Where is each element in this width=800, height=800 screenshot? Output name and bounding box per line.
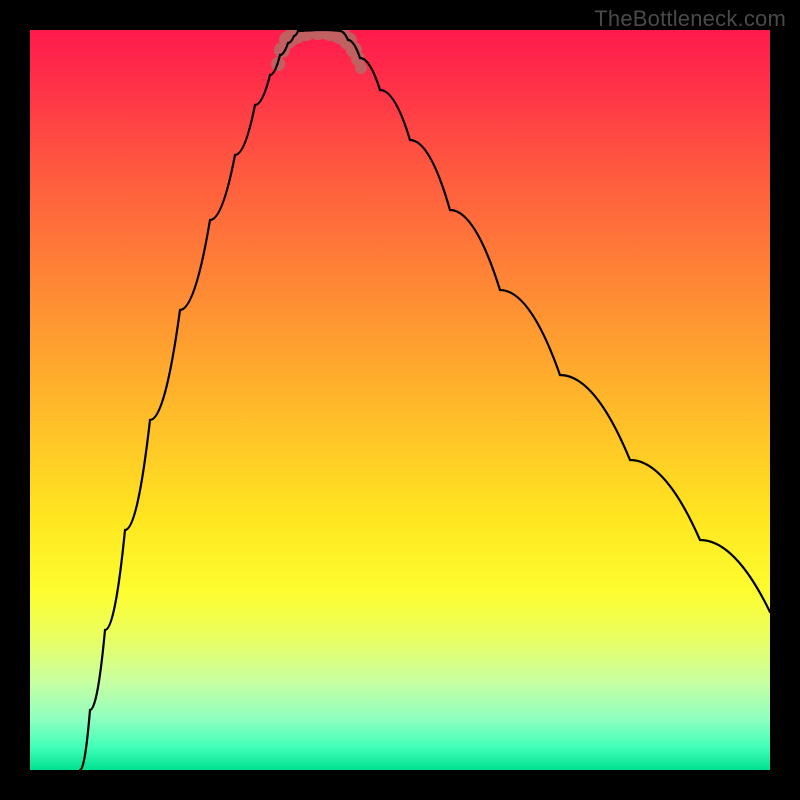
curve-layer xyxy=(30,30,770,770)
trough-marker xyxy=(355,62,367,74)
trough-floor xyxy=(298,30,340,31)
plot-area xyxy=(30,30,770,770)
watermark-text: TheBottleneck.com xyxy=(594,6,786,32)
trough-marker-group xyxy=(271,30,367,74)
chart-frame: TheBottleneck.com xyxy=(0,0,800,800)
right-curve xyxy=(340,31,770,612)
left-curve xyxy=(80,31,298,770)
